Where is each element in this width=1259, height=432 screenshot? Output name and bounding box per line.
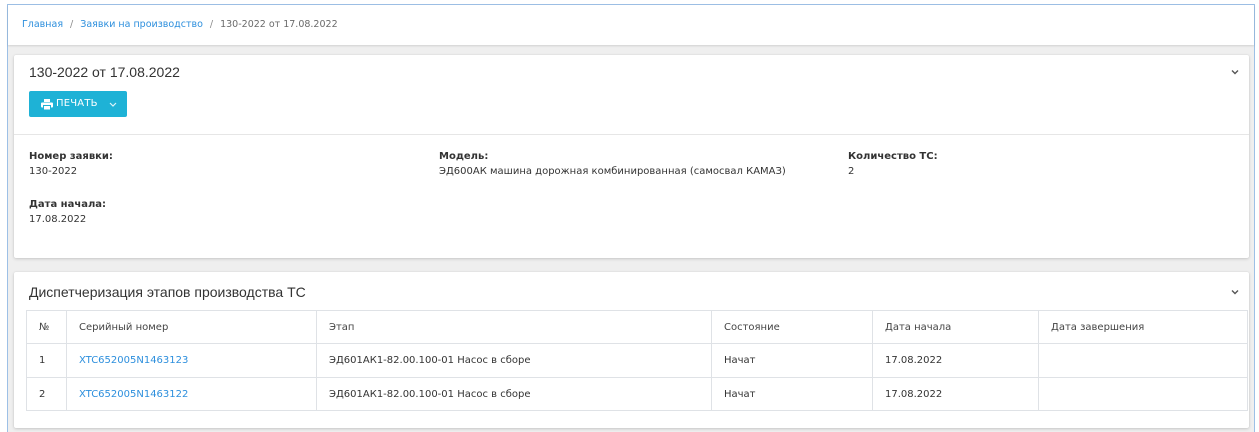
chevron-down-icon	[109, 102, 117, 107]
dispatch-card: Диспетчеризация этапов производства ТС №…	[14, 272, 1249, 428]
cell-status: Начат	[711, 343, 873, 378]
table-row: 2 XTC652005N1463122 ЭД601АК1-82.00.100-0…	[26, 377, 1248, 411]
breadcrumb-separator: /	[70, 19, 74, 30]
table-row: 1 XTC652005N1463123 ЭД601АК1-82.00.100-0…	[26, 343, 1248, 378]
cell-stage: ЭД601АК1-82.00.100-01 Насос в сборе	[316, 377, 712, 411]
column-header-start-date: Дата начала	[872, 310, 1039, 344]
order-card-title: 130-2022 от 17.08.2022	[29, 64, 180, 80]
cell-start-date: 17.08.2022	[872, 377, 1039, 411]
column-header-end-date: Дата завершения	[1038, 310, 1248, 344]
table-header-row: № Серийный номер Этап Состояние Дата нач…	[26, 310, 1248, 344]
cell-number: 2	[26, 377, 67, 411]
chevron-down-icon	[1231, 70, 1239, 75]
printer-icon	[41, 99, 53, 110]
model-value: ЭД600АК машина дорожная комбинированная …	[439, 166, 786, 177]
start-date-label: Дата начала:	[29, 199, 107, 210]
model-label: Модель:	[439, 151, 489, 162]
chevron-down-icon	[1231, 290, 1239, 295]
cell-end-date	[1038, 343, 1248, 378]
cell-status: Начат	[711, 377, 873, 411]
card-divider	[14, 134, 1249, 135]
order-number-value: 130-2022	[29, 166, 78, 177]
print-button-label: ПЕЧАТЬ	[56, 98, 98, 109]
cell-serial: XTC652005N1463123	[66, 343, 317, 378]
breadcrumb-link-production-orders[interactable]: Заявки на производство	[80, 19, 203, 30]
breadcrumb: Главная / Заявки на производство / 130-2022 …	[8, 5, 1254, 45]
cell-end-date	[1038, 377, 1248, 411]
order-number-label: Номер заявки:	[29, 151, 113, 162]
cell-number: 1	[26, 343, 67, 378]
breadcrumb-link-home[interactable]: Главная	[22, 19, 63, 30]
dispatch-card-collapse-toggle[interactable]	[1231, 289, 1239, 295]
breadcrumb-separator: /	[209, 19, 214, 30]
column-header-status: Состояние	[711, 310, 873, 344]
serial-number-link[interactable]: XTC652005N1463123	[79, 355, 188, 366]
dispatch-card-title: Диспетчеризация этапов производства ТС	[29, 284, 306, 300]
column-header-number: №	[26, 310, 67, 344]
start-date-value: 17.08.2022	[29, 214, 87, 225]
app-frame: Главная / Заявки на производство / 130-2022 …	[7, 4, 1255, 432]
vehicle-count-value: 2	[848, 166, 855, 177]
table-header: № Серийный номер Этап Состояние Дата нач…	[26, 310, 1248, 344]
vehicle-count-label: Количество ТС:	[848, 151, 938, 162]
serial-number-link[interactable]: XTC652005N1463122	[79, 389, 188, 400]
cell-serial: XTC652005N1463122	[66, 377, 317, 411]
breadcrumb-current: 130-2022 от 17.08.2022	[220, 19, 338, 30]
cell-start-date: 17.08.2022	[872, 343, 1039, 378]
cell-stage: ЭД601АК1-82.00.100-01 Насос в сборе	[316, 343, 712, 378]
print-button[interactable]: ПЕЧАТЬ	[29, 91, 127, 117]
column-header-stage: Этап	[316, 310, 712, 344]
table-body: 1 XTC652005N1463123 ЭД601АК1-82.00.100-0…	[26, 343, 1248, 411]
order-details-card: 130-2022 от 17.08.2022 ПЕЧАТЬ Номер заяв…	[14, 55, 1249, 258]
order-card-collapse-toggle[interactable]	[1231, 69, 1239, 75]
stages-table: № Серийный номер Этап Состояние Дата нач…	[26, 310, 1248, 411]
column-header-serial: Серийный номер	[66, 310, 317, 344]
